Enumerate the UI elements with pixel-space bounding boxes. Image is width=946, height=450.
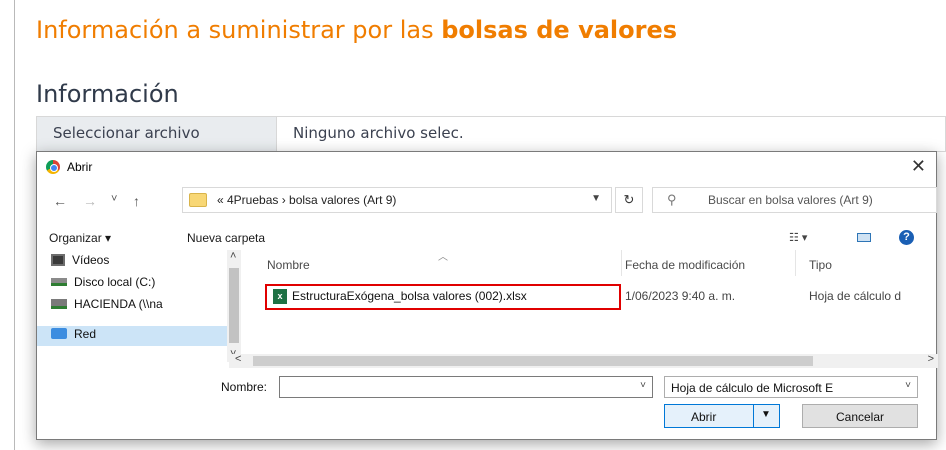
preview-pane-icon[interactable] (857, 233, 871, 242)
chrome-icon (46, 160, 60, 174)
navigation-pane: Vídeos Disco local (C:) HACIENDA (\\na R… (37, 250, 241, 362)
history-chevron-icon[interactable]: ˅ (111, 193, 117, 205)
chevron-down-icon[interactable]: ˅ (640, 380, 646, 391)
open-options-dropdown[interactable]: ▼ (761, 409, 771, 420)
close-icon[interactable]: ✕ (911, 156, 926, 177)
file-status-text: Ninguno archivo selec. (293, 124, 464, 142)
file-row[interactable]: x EstructuraExógena_bolsa valores (002).x… (255, 284, 938, 310)
sidebar-item-label: Red (74, 326, 97, 341)
network-icon (51, 328, 67, 340)
back-arrow-icon[interactable]: ← (53, 193, 67, 209)
open-file-dialog: Abrir ✕ ← → ˅ ↑ « 4Pruebas › bolsa valor… (36, 151, 938, 441)
scroll-thumb[interactable] (253, 356, 813, 366)
video-folder-icon (51, 253, 65, 266)
sidebar-item-network[interactable]: Red (37, 326, 227, 346)
sidebar-item-videos[interactable]: Vídeos (51, 252, 231, 272)
chevron-down-icon[interactable]: ˅ (905, 380, 911, 391)
network-drive-icon (51, 298, 67, 309)
chevron-up-icon[interactable]: ˄ (230, 250, 236, 262)
column-divider[interactable] (621, 250, 622, 276)
chevron-down-icon[interactable]: ▼ (591, 193, 601, 204)
drive-icon (51, 277, 67, 286)
scroll-thumb[interactable] (229, 268, 239, 343)
heading-text: Información a suministrar por las (36, 16, 442, 44)
search-placeholder: Buscar en bolsa valores (Art 9) (708, 193, 873, 207)
address-bar[interactable]: « 4Pruebas › bolsa valores (Art 9) ▼ (182, 187, 612, 213)
section-title: Información (36, 80, 179, 108)
column-header-type[interactable]: Tipo (809, 258, 832, 272)
select-file-button[interactable]: Seleccionar archivo (37, 117, 277, 151)
help-icon[interactable]: ? (899, 230, 914, 245)
file-name-label: Nombre: (221, 380, 268, 394)
horizontal-scrollbar[interactable]: < > (229, 353, 938, 368)
open-button-label: Abrir (691, 410, 717, 424)
sidebar-item-label: HACIENDA (\\na (74, 296, 163, 311)
search-input[interactable]: ⚲ Buscar en bolsa valores (Art 9) (652, 187, 937, 213)
file-name-cell[interactable]: x EstructuraExógena_bolsa valores (002).x… (265, 284, 621, 310)
up-arrow-icon[interactable]: ↑ (133, 193, 140, 209)
column-header-modified[interactable]: Fecha de modificación (625, 258, 745, 272)
new-folder-button[interactable]: Nueva carpeta (187, 231, 265, 245)
excel-file-icon: x (273, 289, 287, 305)
file-name: EstructuraExógena_bolsa valores (002).xl… (292, 289, 527, 303)
view-options-icon[interactable]: ☷ ▾ (789, 231, 807, 244)
file-name-field[interactable]: ˅ (279, 376, 653, 398)
forward-arrow-icon[interactable]: → (83, 193, 97, 209)
dialog-title: Abrir (67, 160, 93, 174)
dialog-footer: Nombre: ˅ Hoja de cálculo de Microsoft E… (37, 372, 936, 441)
column-header-name[interactable]: Nombre (267, 258, 310, 272)
file-type: Hoja de cálculo d (809, 289, 902, 303)
organize-button[interactable]: Organizar ▾ (49, 231, 111, 245)
dialog-toolbar: Organizar ▾ Nueva carpeta ☷ ▾ ? (37, 224, 936, 250)
file-type-filter-value: Hoja de cálculo de Microsoft E (671, 381, 834, 395)
file-input[interactable]: Seleccionar archivo Ninguno archivo sele… (36, 116, 946, 152)
heading-bold-text: bolsas de valores (441, 16, 678, 44)
navigation-bar: ← → ˅ ↑ « 4Pruebas › bolsa valores (Art … (37, 184, 937, 218)
file-type-filter[interactable]: Hoja de cálculo de Microsoft E ˅ (664, 376, 918, 398)
cancel-button[interactable]: Cancelar (802, 404, 918, 428)
chevron-left-icon[interactable]: < (235, 353, 241, 365)
search-icon: ⚲ (667, 192, 677, 207)
sidebar-item-local-disk[interactable]: Disco local (C:) (51, 274, 231, 294)
file-list: ︿ Nombre Fecha de modificación Tipo x Est… (255, 250, 938, 362)
sidebar-item-hacienda[interactable]: HACIENDA (\\na (51, 296, 231, 316)
file-modified: 1/06/2023 9:40 a. m. (625, 289, 736, 303)
chevron-right-icon[interactable]: > (928, 353, 934, 365)
refresh-icon[interactable]: ↻ (615, 187, 643, 213)
sidebar-item-label: Disco local (C:) (74, 274, 156, 289)
split-divider (753, 405, 754, 427)
column-divider[interactable] (795, 250, 796, 276)
sidebar-item-label: Vídeos (72, 252, 110, 267)
dialog-titlebar: Abrir ✕ (37, 152, 936, 182)
address-path: « 4Pruebas › bolsa valores (Art 9) (217, 193, 397, 207)
sidebar-scrollbar[interactable]: ˄ ˅ (227, 250, 241, 362)
page-heading: Información a suministrar por las bolsas… (36, 16, 677, 44)
open-button[interactable]: Abrir ▼ (664, 404, 780, 428)
sort-ascending-icon: ︿ (438, 252, 448, 263)
folder-icon (189, 193, 207, 207)
